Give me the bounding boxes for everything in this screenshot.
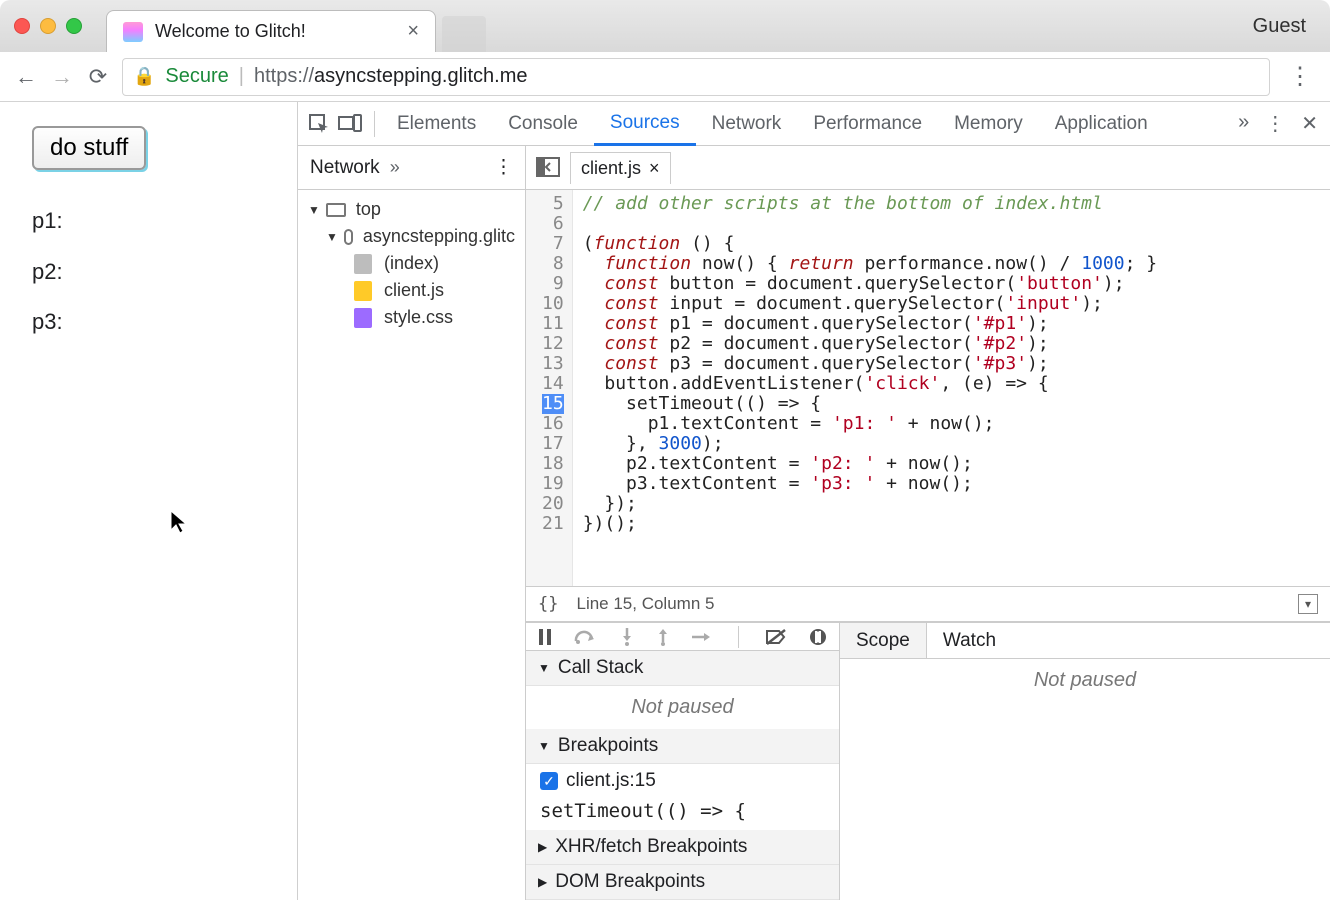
step-over-button[interactable] [574,629,598,645]
sources-navigator: Network » ⋮ ▼top ▼asyncstepping.glitc (i… [298,146,526,900]
checkbox-icon[interactable]: ✓ [540,772,558,790]
tab-title: Welcome to Glitch! [155,21,306,42]
profile-label[interactable]: Guest [1253,15,1316,38]
breakpoints-header[interactable]: ▼Breakpoints [526,729,839,764]
navigator-mode[interactable]: Network [310,157,380,179]
cloud-icon [344,229,353,245]
cursor-position: Line 15, Column 5 [576,594,714,614]
device-mode-icon[interactable] [338,114,368,134]
minimize-window-icon[interactable] [40,18,56,34]
tab-sources[interactable]: Sources [594,103,696,146]
breakpoint-item[interactable]: ✓client.js:15 [526,764,839,798]
url-text: https://asyncstepping.glitch.me [254,65,527,88]
line-gutter[interactable]: 56789101112131415161718192021 [526,190,573,586]
toggle-navigator-icon[interactable] [536,156,562,180]
pretty-print-icon[interactable]: {} [538,594,558,614]
secure-label: Secure [165,65,228,88]
tab-memory[interactable]: Memory [938,102,1039,145]
code-area[interactable]: // add other scripts at the bottom of in… [573,190,1167,586]
call-stack-empty: Not paused [526,686,839,729]
debugger-pane: ▼Call Stack Not paused ▼Breakpoints ✓cli… [526,622,1330,900]
tab-performance[interactable]: Performance [797,102,938,145]
tree-file-clientjs[interactable]: client.js [298,277,525,304]
tab-application[interactable]: Application [1039,102,1164,145]
tab-elements[interactable]: Elements [381,102,492,145]
tree-file-index[interactable]: (index) [298,250,525,277]
close-devtools-icon[interactable]: ✕ [1301,111,1318,136]
folder-icon [326,203,346,217]
breakpoint-code: setTimeout(() => { [526,798,839,830]
debugger-toolbar [526,623,839,651]
reload-button[interactable]: ⟳ [86,64,110,90]
devtools-menu-icon[interactable]: ⋮ [1265,111,1285,136]
window-title-bar: Welcome to Glitch! × Guest [0,0,1330,52]
main-area: do stuff p1: p2: p3: Elements Console So… [0,102,1330,900]
tree-domain[interactable]: ▼asyncstepping.glitc [298,223,525,250]
forward-button: → [50,64,74,90]
tree-file-stylecss[interactable]: style.css [298,304,525,331]
editor-status-bar: {} Line 15, Column 5 ▾ [526,586,1330,622]
window-controls [14,18,82,34]
close-tab-icon[interactable]: × [407,20,419,43]
more-tabs-icon[interactable]: » [1238,111,1249,136]
scope-tab[interactable]: Scope [840,623,927,658]
pause-on-exceptions-button[interactable] [809,628,827,646]
favicon-icon [123,22,143,42]
scope-empty: Not paused [840,659,1330,702]
p3-text: p3: [32,297,265,348]
call-stack-header[interactable]: ▼Call Stack [526,651,839,686]
lock-icon: 🔒 [133,66,155,87]
close-window-icon[interactable] [14,18,30,34]
navigator-more-icon[interactable]: » [390,157,400,178]
code-editor-pane: client.js × 5678910111213141516171819202… [526,146,1330,900]
browser-toolbar: ← → ⟳ 🔒 Secure | https://asyncstepping.g… [0,52,1330,102]
address-bar[interactable]: 🔒 Secure | https://asyncstepping.glitch.… [122,58,1270,96]
page-viewport: do stuff p1: p2: p3: [0,102,298,900]
tab-console[interactable]: Console [492,102,594,145]
file-tree: ▼top ▼asyncstepping.glitc (index) client… [298,190,525,337]
watch-tab[interactable]: Watch [927,623,1012,658]
maximize-window-icon[interactable] [66,18,82,34]
dom-breakpoints-header[interactable]: ▶DOM Breakpoints [526,865,839,900]
document-icon [354,254,372,274]
css-file-icon [354,308,372,328]
step-into-button[interactable] [620,628,634,646]
tab-network[interactable]: Network [696,102,798,145]
inspect-element-icon[interactable] [308,113,338,135]
pause-button[interactable] [538,629,552,645]
browser-tab[interactable]: Welcome to Glitch! × [106,10,436,52]
browser-menu-icon[interactable]: ⋮ [1282,62,1318,91]
deactivate-breakpoints-button[interactable] [765,628,787,646]
p2-text: p2: [32,247,265,298]
xhr-breakpoints-header[interactable]: ▶XHR/fetch Breakpoints [526,830,839,865]
do-stuff-button[interactable]: do stuff [32,126,146,170]
close-file-tab-icon[interactable]: × [649,158,660,179]
devtools-tabbar: Elements Console Sources Network Perform… [298,102,1330,146]
step-out-button[interactable] [656,628,670,646]
navigator-menu-icon[interactable]: ⋮ [494,156,513,179]
coverage-toggle-icon[interactable]: ▾ [1298,594,1318,614]
file-tab-clientjs[interactable]: client.js × [570,152,671,184]
back-button[interactable]: ← [14,64,38,90]
new-tab-button[interactable] [442,16,486,52]
devtools-panel: Elements Console Sources Network Perform… [298,102,1330,900]
tree-top[interactable]: ▼top [298,196,525,223]
js-file-icon [354,281,372,301]
step-button[interactable] [692,630,712,644]
cursor-icon [170,510,188,534]
p1-text: p1: [32,196,265,247]
